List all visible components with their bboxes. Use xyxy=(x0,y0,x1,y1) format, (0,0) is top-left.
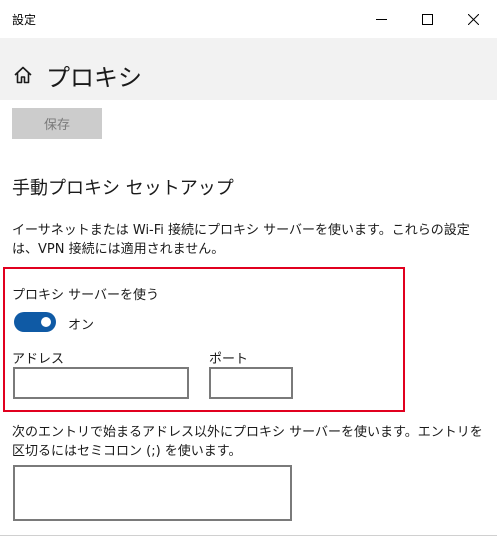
title-bar: 設定 xyxy=(0,0,497,38)
address-input[interactable] xyxy=(13,367,189,399)
page-title: プロキシ xyxy=(46,64,142,92)
toggle-knob xyxy=(41,317,51,327)
section-heading: 手動プロキシ セットアップ xyxy=(12,178,234,199)
address-label: アドレス xyxy=(12,352,65,367)
use-proxy-label: プロキシ サーバーを使う xyxy=(12,288,160,303)
window-title: 設定 xyxy=(12,13,37,27)
maximize-icon xyxy=(421,13,433,25)
close-icon xyxy=(467,13,479,25)
save-button[interactable]: 保存 xyxy=(12,108,102,139)
home-icon[interactable] xyxy=(12,64,34,86)
close-button[interactable] xyxy=(450,0,496,38)
proxy-description: イーサネットまたは Wi-Fi 接続にプロキシ サーバーを使います。これらの設定… xyxy=(12,223,470,257)
minimize-button[interactable] xyxy=(358,0,404,38)
maximize-button[interactable] xyxy=(404,0,450,38)
exceptions-description: 次のエントリで始まるアドレス以外にプロキシ サーバーを使います。エントリを区切る… xyxy=(12,425,483,459)
toggle-state-text: オン xyxy=(68,318,95,333)
exceptions-input[interactable] xyxy=(13,465,292,521)
page-header: プロキシ xyxy=(0,38,497,100)
minimize-icon xyxy=(375,18,387,20)
use-proxy-toggle[interactable] xyxy=(14,312,56,332)
bottom-divider xyxy=(0,535,497,536)
port-label: ポート xyxy=(209,352,249,367)
port-input[interactable] xyxy=(209,367,293,399)
